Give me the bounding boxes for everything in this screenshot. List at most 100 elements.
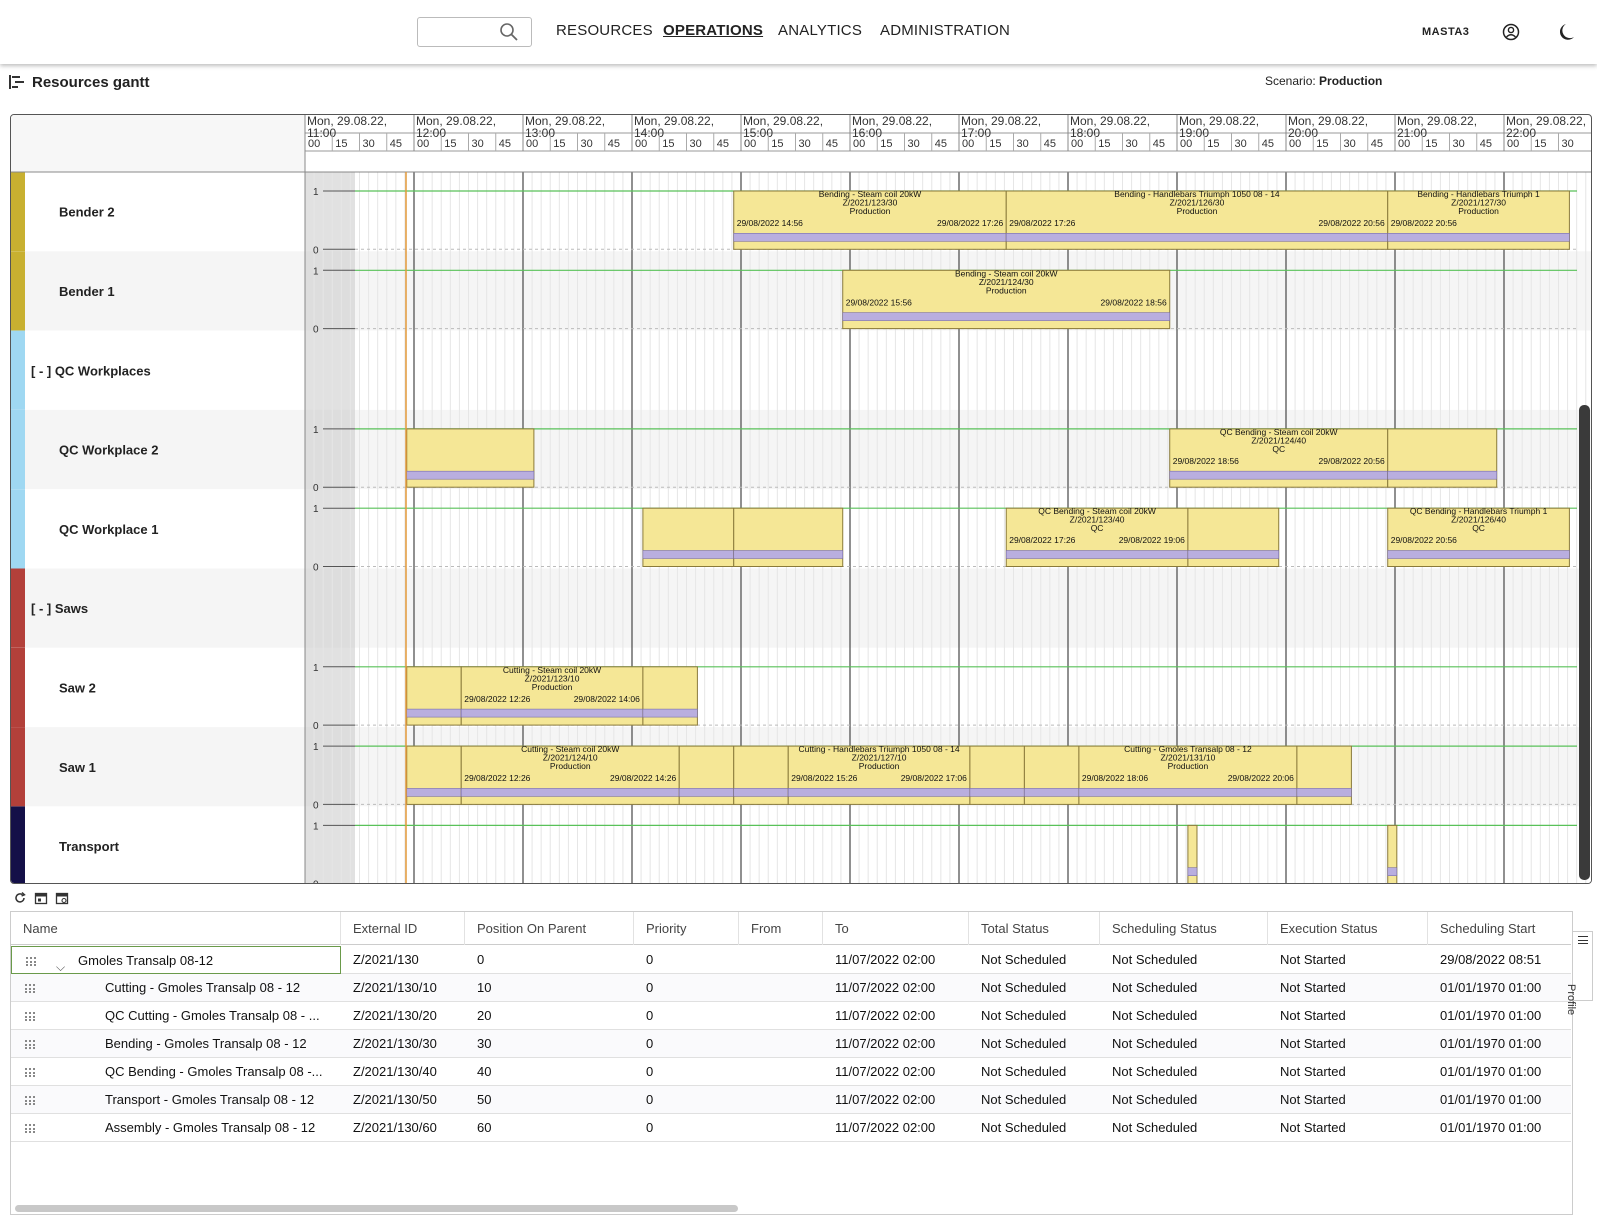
to-cell[interactable]: 11/07/2022 02:00 (823, 1030, 969, 1058)
to-cell[interactable]: 11/07/2022 02:00 (823, 1058, 969, 1086)
operation-bar[interactable]: Bending - Steam coil 20kWZ/2021/124/30Pr… (842, 268, 1171, 330)
col-priority[interactable]: Priority (634, 912, 739, 945)
col-scheduling-start[interactable]: Scheduling Start (1428, 912, 1571, 945)
position-cell[interactable]: 30 (465, 1030, 634, 1058)
scheduling-start-cell[interactable]: 01/01/1970 01:00 (1428, 974, 1571, 1002)
table-row[interactable]: ⌵ Gmoles Transalp 08-12 Z/2021/130 0 0 11/07/… (11, 946, 1571, 974)
position-cell[interactable]: 50 (465, 1086, 634, 1114)
external-id-cell[interactable]: Z/2021/130/50 (341, 1086, 465, 1114)
external-id-cell[interactable]: Z/2021/130 (341, 946, 465, 974)
chevron-down-icon[interactable]: ⌵ (56, 953, 65, 973)
from-cell[interactable] (739, 1002, 823, 1030)
from-cell[interactable] (739, 1114, 823, 1142)
col-from[interactable]: From (739, 912, 823, 945)
scheduling-start-cell[interactable]: 01/01/1970 01:00 (1428, 1002, 1571, 1030)
operation-bar[interactable] (406, 428, 535, 488)
scheduling-status-cell[interactable]: Not Scheduled (1100, 1086, 1268, 1114)
priority-cell[interactable]: 0 (634, 1114, 739, 1142)
name-cell[interactable]: Transport - Gmoles Transalp 08 - 12 (11, 1086, 341, 1114)
priority-cell[interactable]: 0 (634, 946, 739, 974)
from-cell[interactable] (739, 946, 823, 974)
to-cell[interactable]: 11/07/2022 02:00 (823, 974, 969, 1002)
operation-bar[interactable]: Cutting - Steam coil 20kWZ/2021/124/10Pr… (460, 744, 680, 805)
operation-bar[interactable] (1387, 824, 1398, 883)
operation-bar[interactable] (1387, 428, 1498, 488)
total-status-cell[interactable]: Not Scheduled (969, 1002, 1100, 1030)
horizontal-scrollbar[interactable] (15, 1205, 738, 1212)
operation-bar[interactable]: Cutting - Steam coil 20kWZ/2021/123/10Pr… (460, 665, 644, 726)
operation-bar[interactable] (733, 507, 844, 568)
execution-status-cell[interactable]: Not Started (1268, 1086, 1428, 1114)
search-input[interactable] (417, 17, 532, 47)
operation-bar[interactable]: Bending - Steam coil 20kWZ/2021/123/30Pr… (733, 189, 1007, 250)
gantt-canvas[interactable]: Bender 2 Bender 1 [ - ] QC Workplaces QC Wo… (11, 115, 1592, 884)
nav-operations[interactable]: OPERATIONS (663, 22, 763, 39)
name-cell[interactable]: QC Bending - Gmoles Transalp 08 -... (11, 1058, 341, 1086)
table-row[interactable]: Bending - Gmoles Transalp 08 - 12 Z/2021/… (11, 1030, 1571, 1058)
drag-handle-icon[interactable] (25, 1096, 39, 1105)
to-cell[interactable]: 11/07/2022 02:00 (823, 946, 969, 974)
operation-bar[interactable]: Bending - Handlebars Triumph 1050 08 - 1… (1005, 189, 1389, 250)
execution-status-cell[interactable]: Not Started (1268, 946, 1428, 974)
scheduling-start-cell[interactable]: 29/08/2022 08:51 (1428, 946, 1571, 974)
scheduling-status-cell[interactable]: Not Scheduled (1100, 1114, 1268, 1142)
col-total-status[interactable]: Total Status (969, 912, 1100, 945)
operation-bar[interactable]: Cutting - Gmoles Transalp 08 - 12Z/2021/… (1078, 744, 1298, 805)
external-id-cell[interactable]: Z/2021/130/40 (341, 1058, 465, 1086)
table-row[interactable]: QC Bending - Gmoles Transalp 08 -... Z/20… (11, 1058, 1571, 1086)
operation-bar[interactable] (1023, 745, 1080, 805)
external-id-cell[interactable]: Z/2021/130/20 (341, 1002, 465, 1030)
total-status-cell[interactable]: Not Scheduled (969, 1086, 1100, 1114)
scheduling-status-cell[interactable]: Not Scheduled (1100, 1058, 1268, 1086)
calendar-range-icon[interactable] (55, 891, 70, 906)
drag-handle-icon[interactable] (25, 1040, 39, 1049)
table-row[interactable]: Assembly - Gmoles Transalp 08 - 12 Z/2021… (11, 1114, 1571, 1142)
table-row[interactable]: QC Cutting - Gmoles Transalp 08 - ... Z/2… (11, 1002, 1571, 1030)
to-cell[interactable]: 11/07/2022 02:00 (823, 1114, 969, 1142)
dark-mode-icon[interactable] (1560, 23, 1576, 41)
priority-cell[interactable]: 0 (634, 1086, 739, 1114)
operation-bar[interactable]: Bending - Handlebars Triumph 1Z/2021/127… (1387, 189, 1570, 250)
external-id-cell[interactable]: Z/2021/130/30 (341, 1030, 465, 1058)
from-cell[interactable] (739, 1030, 823, 1058)
name-cell[interactable]: Cutting - Gmoles Transalp 08 - 12 (11, 974, 341, 1002)
calendar-icon[interactable] (34, 891, 49, 906)
from-cell[interactable] (739, 1086, 823, 1114)
operation-bar[interactable] (1296, 745, 1352, 805)
resources-gantt[interactable]: Bender 2 Bender 1 [ - ] QC Workplaces QC Wo… (10, 114, 1592, 884)
operation-bar[interactable]: Cutting - Handlebars Triumph 1050 08 - 1… (787, 744, 971, 805)
scheduling-status-cell[interactable]: Not Scheduled (1100, 1030, 1268, 1058)
execution-status-cell[interactable]: Not Started (1268, 974, 1428, 1002)
table-row[interactable]: Transport - Gmoles Transalp 08 - 12 Z/202… (11, 1086, 1571, 1114)
account-icon[interactable] (1502, 23, 1520, 41)
username[interactable]: MASTA3 (1422, 26, 1469, 38)
operation-bar[interactable]: QC Bending - Handlebars Triumph 1Z/2021/… (1387, 506, 1570, 568)
name-cell[interactable]: QC Cutting - Gmoles Transalp 08 - ... (11, 1002, 341, 1030)
execution-status-cell[interactable]: Not Started (1268, 1030, 1428, 1058)
priority-cell[interactable]: 0 (634, 1002, 739, 1030)
external-id-cell[interactable]: Z/2021/130/10 (341, 974, 465, 1002)
position-cell[interactable]: 20 (465, 1002, 634, 1030)
priority-cell[interactable]: 0 (634, 1058, 739, 1086)
scheduling-start-cell[interactable]: 01/01/1970 01:00 (1428, 1058, 1571, 1086)
drag-handle-icon[interactable] (25, 984, 39, 993)
drag-handle-icon[interactable] (26, 957, 40, 966)
gantt-vertical-scrollbar[interactable] (1579, 405, 1590, 880)
name-cell[interactable]: Bending - Gmoles Transalp 08 - 12 (11, 1030, 341, 1058)
execution-status-cell[interactable]: Not Started (1268, 1002, 1428, 1030)
to-cell[interactable]: 11/07/2022 02:00 (823, 1002, 969, 1030)
operation-bar[interactable] (642, 507, 735, 568)
col-execution-status[interactable]: Execution Status (1268, 912, 1428, 945)
execution-status-cell[interactable]: Not Started (1268, 1058, 1428, 1086)
to-cell[interactable]: 11/07/2022 02:00 (823, 1086, 969, 1114)
position-cell[interactable]: 0 (465, 946, 634, 974)
from-cell[interactable] (739, 974, 823, 1002)
operation-bar[interactable] (969, 745, 1025, 805)
refresh-icon[interactable] (13, 891, 28, 906)
total-status-cell[interactable]: Not Scheduled (969, 946, 1100, 974)
col-name[interactable]: Name (11, 912, 341, 945)
nav-analytics[interactable]: ANALYTICS (778, 22, 862, 39)
col-external-id[interactable]: External ID (341, 912, 465, 945)
nav-resources[interactable]: RESOURCES (556, 22, 653, 39)
priority-cell[interactable]: 0 (634, 1030, 739, 1058)
